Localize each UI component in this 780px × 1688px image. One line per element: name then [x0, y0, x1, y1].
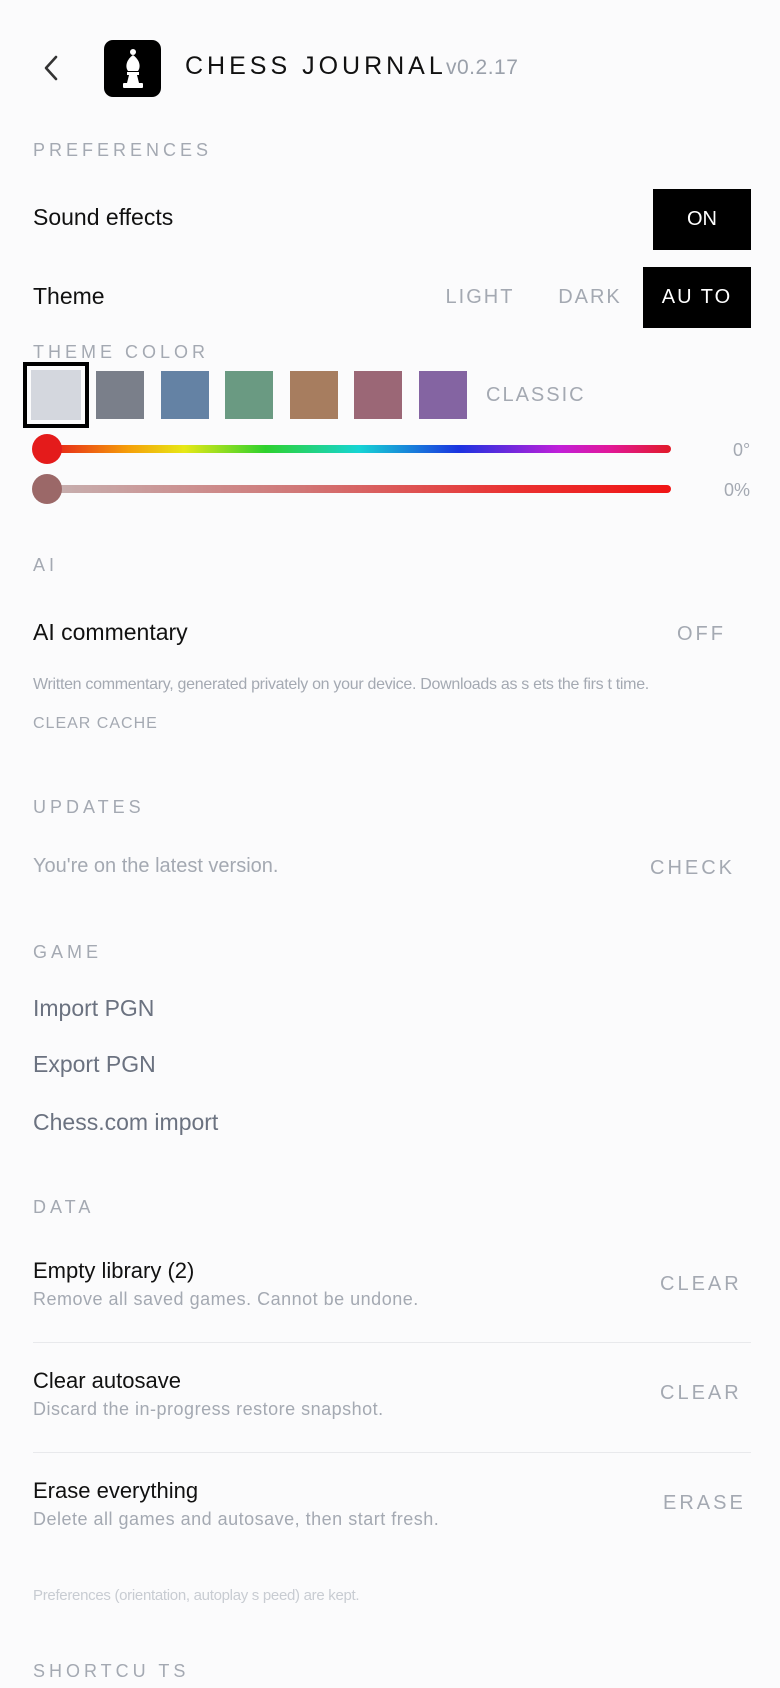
color-swatch-6[interactable] [419, 371, 467, 419]
data-footnote: Preferences (orientation, autoplay s pee… [33, 1587, 360, 1604]
divider [33, 1452, 751, 1453]
color-swatch-1[interactable] [96, 371, 144, 419]
empty-library-clear-button[interactable]: CLEAR [660, 1273, 742, 1296]
section-theme-color: THEME COLOR [33, 342, 210, 362]
saturation-slider-thumb[interactable] [32, 474, 62, 504]
clear-autosave-title: Clear autosave [33, 1368, 181, 1393]
saturation-value: 0% [724, 480, 751, 500]
export-pgn-button[interactable]: Export PGN [33, 1051, 156, 1078]
chesscom-import-button[interactable]: Chess.com import [33, 1109, 218, 1136]
ai-commentary-label: AI commentary [33, 619, 188, 645]
color-swatch-4[interactable] [290, 371, 338, 419]
update-status: You're on the latest version. [33, 855, 279, 877]
color-swatch-3[interactable] [225, 371, 273, 419]
theme-option-light[interactable]: LIGHT [430, 267, 530, 328]
sound-effects-label: Sound effects [33, 204, 174, 230]
empty-library-desc: Remove all saved games. Cannot be undone… [33, 1289, 419, 1309]
section-shortcuts: SHORTCU TS [33, 1661, 190, 1681]
back-button[interactable] [36, 50, 66, 86]
erase-everything-title: Erase everything [33, 1478, 199, 1503]
color-swatch-0[interactable] [23, 362, 89, 428]
color-swatch-2[interactable] [161, 371, 209, 419]
erase-everything-button[interactable]: ERASE [663, 1492, 746, 1515]
section-data: DATA [33, 1197, 95, 1217]
chevron-left-icon [44, 55, 58, 81]
hue-slider-thumb[interactable] [32, 434, 62, 464]
app-title: CHESS JOURNAL [185, 52, 447, 80]
app-logo [104, 40, 161, 97]
section-preferences: PREFERENCES [33, 140, 213, 160]
theme-label: Theme [33, 283, 105, 309]
color-swatch-5[interactable] [354, 371, 402, 419]
chess-bishop-icon [122, 48, 143, 88]
hue-value: 0° [733, 440, 751, 460]
section-updates: UPDATES [33, 797, 145, 817]
ai-commentary-hint: Written commentary, generated privately … [33, 676, 649, 693]
saturation-slider[interactable] [47, 485, 671, 493]
selected-color-name: CLASSIC [486, 384, 586, 406]
erase-everything-desc: Delete all games and autosave, then star… [33, 1509, 440, 1529]
divider [33, 1342, 751, 1343]
empty-library-title: Empty library (2) [33, 1258, 195, 1283]
check-updates-button[interactable]: CHECK [650, 857, 735, 880]
theme-option-auto[interactable]: AU TO [643, 267, 751, 328]
app-version: v0.2.17 [446, 56, 519, 79]
section-game: GAME [33, 942, 103, 962]
section-ai: AI [33, 555, 59, 575]
hue-slider[interactable] [47, 445, 671, 453]
clear-cache-button[interactable]: CLEAR CACHE [33, 715, 158, 733]
sound-effects-toggle[interactable]: ON [653, 189, 751, 250]
clear-autosave-desc: Discard the in-progress restore snapshot… [33, 1399, 384, 1419]
ai-commentary-toggle[interactable]: OFF [677, 623, 726, 646]
theme-option-dark[interactable]: DARK [545, 267, 635, 328]
clear-autosave-button[interactable]: CLEAR [660, 1382, 742, 1405]
import-pgn-button[interactable]: Import PGN [33, 995, 154, 1022]
